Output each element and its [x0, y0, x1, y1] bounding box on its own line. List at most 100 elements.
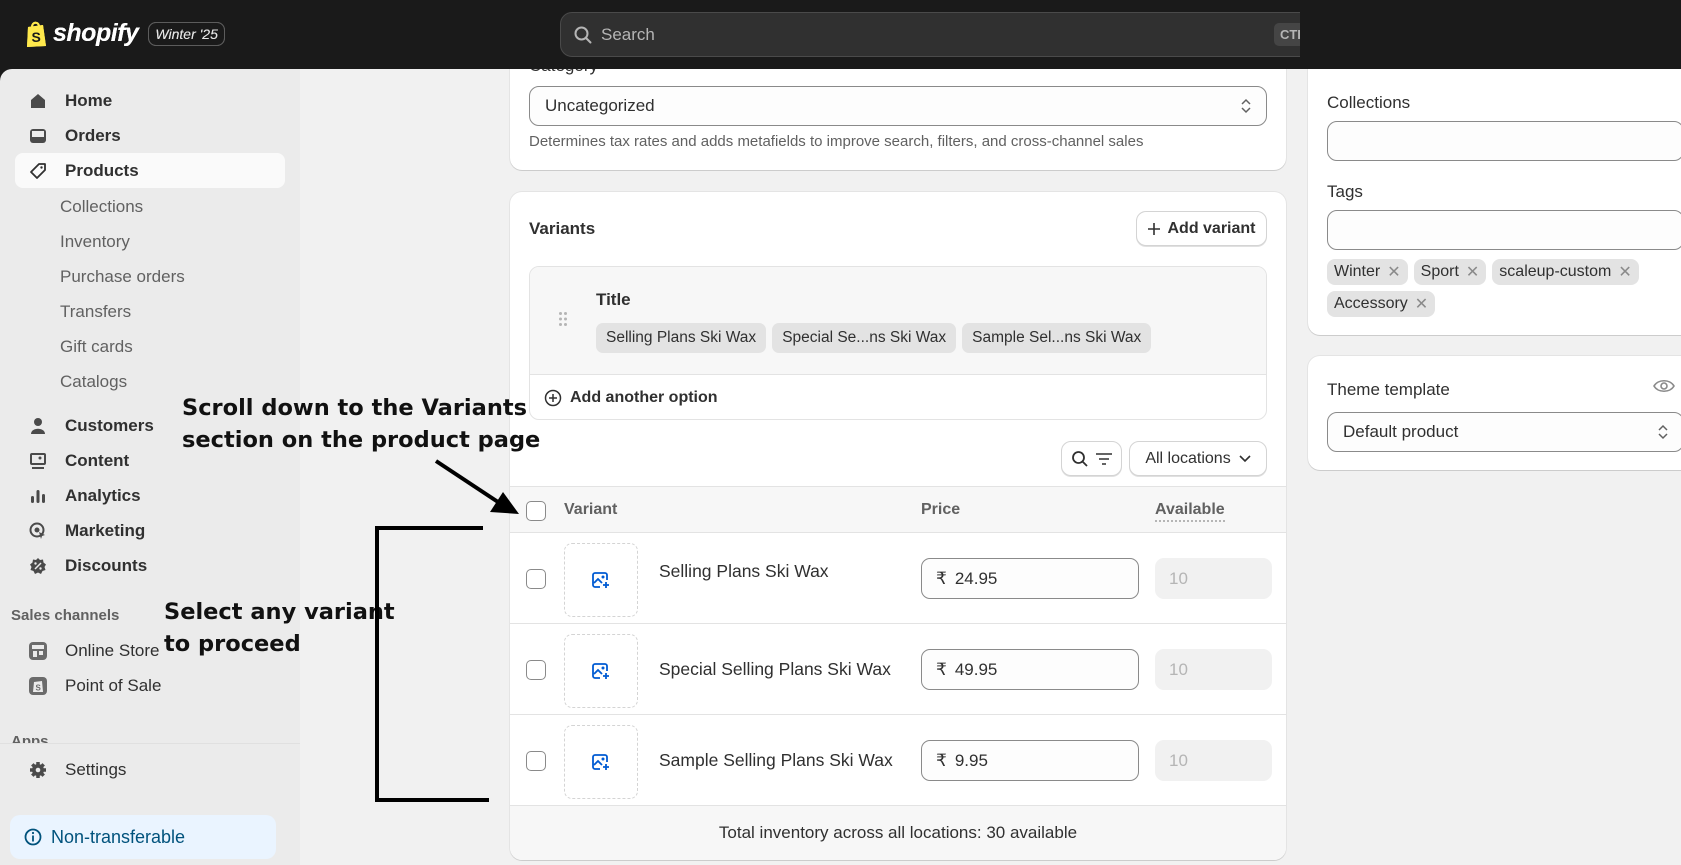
bar-chart-icon: [28, 486, 48, 506]
remove-tag-icon[interactable]: ✕: [1466, 262, 1479, 282]
remove-tag-icon[interactable]: ✕: [1387, 262, 1400, 282]
table-row[interactable]: Special Selling Plans Ski Wax ₹49.95 10: [510, 624, 1286, 715]
option-value-pill: Selling Plans Ski Wax: [596, 323, 767, 353]
add-image-icon: [592, 663, 609, 679]
tags-input[interactable]: [1327, 210, 1681, 250]
eye-icon[interactable]: [1653, 378, 1675, 394]
filter-icon: [1095, 452, 1112, 465]
home-icon: [28, 91, 48, 111]
add-variant-label: Add variant: [1167, 219, 1256, 237]
remove-tag-icon[interactable]: ✕: [1618, 262, 1631, 282]
variant-checkbox[interactable]: [526, 751, 546, 771]
theme-template-card: Theme template Default product: [1308, 356, 1681, 470]
sidebar-item-point-of-sale[interactable]: S Point of Sale: [15, 668, 285, 703]
sidebar-item-analytics[interactable]: Analytics: [15, 478, 285, 513]
variant-name[interactable]: Special Selling Plans Ski Wax: [659, 659, 891, 680]
sidebar-item-label: Content: [65, 450, 130, 470]
select-hint-line2: to proceed: [164, 631, 301, 657]
variant-name[interactable]: Sample Selling Plans Ski Wax: [659, 750, 893, 771]
svg-text:S: S: [36, 683, 42, 692]
pos-icon: S: [28, 676, 48, 696]
search-icon: [574, 26, 592, 43]
price-input[interactable]: ₹49.95: [921, 649, 1139, 690]
sidebar-subitem-transfers[interactable]: Transfers: [60, 302, 131, 322]
available-quantity: 10: [1155, 649, 1272, 690]
sidebar-subitem-gift-cards[interactable]: Gift cards: [60, 337, 133, 357]
remove-tag-icon[interactable]: ✕: [1415, 294, 1428, 314]
tag-label: scaleup-custom: [1499, 263, 1612, 280]
select-all-checkbox[interactable]: [526, 501, 546, 521]
add-another-option-button[interactable]: Add another option: [530, 375, 1266, 419]
option-name: Title: [596, 290, 631, 309]
version-badge: Winter '25: [148, 21, 225, 46]
available-value: 10: [1169, 750, 1188, 770]
variant-checkbox[interactable]: [526, 569, 546, 589]
scroll-hint-line1: Scroll down to the Variants: [182, 395, 527, 421]
brand-name: shopify: [53, 19, 139, 47]
collections-label: Collections: [1327, 93, 1411, 112]
discount-icon: [28, 556, 48, 576]
chevron-down-icon: [1239, 454, 1251, 462]
tag-label: Accessory: [1334, 295, 1408, 312]
sidebar-subitem-purchase-orders[interactable]: Purchase orders: [60, 267, 185, 287]
column-header-variant[interactable]: Variant: [564, 501, 617, 519]
currency-symbol: ₹: [936, 750, 947, 770]
topbar-backdrop-right: [1300, 0, 1681, 69]
sidebar-item-label: Discounts: [65, 555, 148, 575]
category-value: Uncategorized: [545, 96, 655, 115]
info-icon: [24, 828, 42, 846]
variant-image-upload[interactable]: [564, 543, 638, 617]
apps-section-heading[interactable]: Apps: [11, 733, 281, 743]
sidebar-item-settings[interactable]: Settings: [15, 752, 285, 787]
search-placeholder: Search: [601, 24, 655, 44]
drag-handle-icon[interactable]: [558, 311, 568, 327]
sidebar-item-marketing[interactable]: Marketing: [15, 513, 285, 548]
available-quantity: 10: [1155, 558, 1272, 599]
sidebar-item-products[interactable]: Products: [15, 153, 285, 188]
tag-chip: Sport ✕: [1413, 259, 1487, 285]
category-select[interactable]: Uncategorized: [529, 86, 1267, 126]
sidebar-item-label: Analytics: [65, 485, 141, 505]
table-row[interactable]: Sample Selling Plans Ski Wax ₹9.95 10: [510, 715, 1286, 806]
tags-label: Tags: [1327, 182, 1363, 201]
sales-channels-heading[interactable]: Sales channels: [11, 607, 119, 624]
option-values: Selling Plans Ski Wax Special Se...ns Ski…: [596, 323, 1157, 353]
sidebar-subitem-collections[interactable]: Collections: [60, 197, 143, 217]
non-transferable-banner[interactable]: Non-transferable: [10, 815, 276, 859]
search-bar-overlay[interactable]: Search CTRL K: [560, 12, 1360, 57]
variant-image-upload[interactable]: [564, 634, 638, 708]
sidebar-subitem-inventory[interactable]: Inventory: [60, 232, 130, 252]
variant-image-upload[interactable]: [564, 725, 638, 799]
sidebar-item-discounts[interactable]: Discounts: [15, 548, 285, 583]
column-header-price: Price: [921, 501, 961, 518]
sidebar-item-orders[interactable]: Orders: [15, 118, 285, 153]
tag-label: Winter: [1334, 263, 1381, 280]
add-variant-button[interactable]: Add variant: [1136, 211, 1267, 246]
organization-card: Collections Tags Winter ✕ Sport ✕ scaleup-cu…: [1308, 30, 1681, 335]
tag-chip: scaleup-custom ✕: [1492, 259, 1639, 285]
sidebar-subitem-catalogs[interactable]: Catalogs: [60, 372, 127, 392]
sidebar-item-label: Customers: [65, 415, 154, 435]
price-input[interactable]: ₹9.95: [921, 740, 1139, 781]
variant-name[interactable]: Selling Plans Ski Wax: [659, 561, 829, 582]
price-input[interactable]: ₹24.95: [921, 558, 1139, 599]
currency-symbol: ₹: [936, 568, 947, 588]
gear-icon: [28, 760, 48, 780]
available-quantity: 10: [1155, 740, 1272, 781]
locations-dropdown[interactable]: All locations: [1129, 441, 1267, 476]
plus-icon: [1148, 222, 1161, 235]
search-filter-button[interactable]: [1061, 441, 1122, 476]
option-title-row[interactable]: Title Selling Plans Ski Wax Special Se...…: [530, 267, 1266, 375]
add-image-icon: [592, 754, 609, 770]
sidebar-item-home[interactable]: Home: [15, 83, 285, 118]
collections-input[interactable]: [1327, 121, 1681, 161]
theme-template-label: Theme template: [1327, 380, 1450, 399]
available-value: 10: [1169, 568, 1188, 588]
column-header-available[interactable]: Available: [1155, 501, 1225, 522]
price-value: 49.95: [954, 659, 998, 679]
variant-checkbox[interactable]: [526, 660, 546, 680]
theme-template-select[interactable]: Default product: [1327, 412, 1681, 452]
shopify-logo-overlay[interactable]: S shopify Winter '25: [25, 19, 225, 48]
table-row[interactable]: Selling Plans Ski Wax ₹24.95 10: [510, 533, 1286, 624]
option-value-pill: Special Se...ns Ski Wax: [772, 323, 957, 353]
